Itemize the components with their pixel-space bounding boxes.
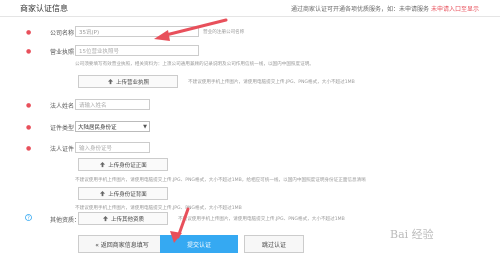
chevron-down-icon: ▼ [143, 123, 147, 130]
upload-license-button[interactable]: 上传营业执照 [78, 75, 178, 88]
other-label: 其他资质： [49, 217, 80, 224]
license-label: 营业执照： [49, 49, 80, 56]
header-hint-link[interactable]: 未申请入口至显示 [431, 6, 479, 13]
id-front-note: 不建议使用手机上传图片，请使用电脑提交上传.JPG、PNG格式，大小不超过1MB… [75, 178, 366, 183]
id-type-label: 证件类型： [49, 125, 80, 132]
company-label: 公司名称： [49, 30, 80, 37]
upload-id-back-label: 上传身份证背面 [108, 191, 147, 198]
upload-other-button[interactable]: 上传其他资质 [78, 212, 168, 225]
header-hint-text: 通过商家认证可开通各项优质服务，如：未申请服务 [291, 6, 430, 13]
upload-icon [102, 215, 109, 221]
upload-id-front-button[interactable]: 上传身份证正面 [78, 158, 168, 171]
back-button[interactable]: « 返回商家信息填写 [78, 235, 166, 253]
pointer-arrow-icon [170, 207, 190, 243]
pointer-arrow-icon [154, 18, 228, 41]
skip-button[interactable]: 跳过认证 [244, 235, 304, 253]
upload-icon [100, 190, 106, 196]
id-type-value: 大陆居民身份证 [78, 124, 117, 131]
other-note: 不建议使用手机上传图片，请使用电脑提交上传.JPG、PNG格式，大小不超过1MB [178, 217, 345, 222]
page-title: 商家认证信息 [20, 4, 68, 13]
upload-icon [107, 78, 114, 84]
upload-id-front-label: 上传身份证正面 [108, 162, 147, 169]
upload-license-label: 上传营业执照 [115, 79, 149, 86]
upload-icon [100, 161, 106, 167]
id-number-label: 法人证件： [49, 146, 80, 153]
id-type-select[interactable]: 大陆居民身份证 ▼ [75, 121, 150, 132]
license-upload-note: 不建议使用手机上传图片，请使用电脑提交上传.JPG、PNG格式，大小不超过1MB [188, 80, 355, 85]
upload-other-label: 上传其他资质 [110, 216, 144, 223]
id-number-input[interactable]: 输入身份证号 [75, 142, 150, 153]
header-hint: 通过商家认证可开通各项优质服务，如：未申请服务 未申请入口至显示 [291, 4, 479, 13]
watermark: Bai 经验 [390, 228, 434, 241]
legal-name-label: 法人姓名： [49, 103, 80, 110]
id-back-note: 不建议使用手机上传图片，请使用电脑提交上传.JPG、PNG格式，大小不超过1MB [75, 206, 242, 211]
legal-name-input[interactable]: 请输入姓名 [75, 99, 150, 110]
upload-id-back-button[interactable]: 上传身份证背面 [78, 187, 168, 200]
license-input[interactable]: 15位营业执照号 [75, 45, 199, 56]
license-note: 公司须要填写有效营业执照，相关资料为：上须公司通用兼顾的记录说明及公司作用信统一… [75, 62, 314, 67]
